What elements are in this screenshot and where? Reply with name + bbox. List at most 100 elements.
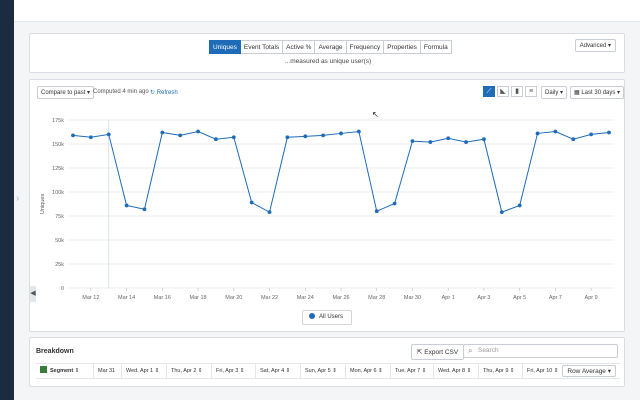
data-point[interactable] [410, 139, 415, 144]
data-point[interactable] [231, 135, 236, 140]
data-point[interactable] [482, 137, 486, 142]
advanced-dropdown[interactable]: Advanced ▾ [574, 39, 616, 52]
select-all-checkbox[interactable] [40, 366, 47, 373]
y-tick-label: 100k [52, 190, 64, 196]
chevron-down-icon: ▾ [607, 43, 611, 49]
data-point[interactable] [321, 133, 326, 138]
series-line-all-users [72, 130, 610, 213]
data-point[interactable] [374, 209, 379, 214]
data-point[interactable] [124, 203, 129, 208]
area-chart-icon[interactable]: ◣ [497, 86, 509, 97]
compare-to-past-dropdown[interactable]: Compare to past ▾ [37, 86, 95, 99]
tab-event-totals[interactable]: Event Totals [240, 40, 284, 54]
refresh-icon: ↻ [150, 90, 156, 96]
x-tick-label: Mar 28 [368, 295, 385, 301]
legend-all-users[interactable]: All Users [302, 310, 352, 325]
column-header[interactable]: Mar 31 [94, 364, 122, 378]
tab-formula[interactable]: Formula [420, 40, 452, 54]
y-axis-label: Uniques [40, 194, 46, 214]
y-tick-label: 0 [61, 286, 64, 292]
chevron-down-icon: ▾ [617, 90, 621, 96]
refresh-button[interactable]: ↻ Refresh [150, 89, 178, 96]
x-tick-label: Apr 3 [477, 295, 490, 301]
column-header[interactable]: Wed, Apr 8 ⇕ [434, 364, 479, 378]
data-point[interactable] [535, 131, 540, 136]
data-point[interactable] [196, 129, 200, 134]
data-point[interactable] [339, 131, 343, 136]
tab-active-percent[interactable]: Active % [283, 40, 316, 54]
data-point[interactable] [249, 200, 254, 205]
compare-label: Compare to past [41, 90, 86, 96]
data-point[interactable] [517, 203, 522, 208]
date-range-dropdown[interactable]: ▦ Last 30 days ▾ [570, 86, 625, 99]
data-point[interactable] [267, 210, 272, 215]
data-point[interactable] [303, 134, 308, 139]
x-tick-label: Mar 14 [118, 295, 135, 301]
series-color-dot [309, 313, 315, 319]
data-point[interactable] [214, 137, 218, 142]
y-tick-label: 125k [52, 166, 64, 172]
data-point[interactable] [589, 132, 594, 137]
stacked-bar-icon[interactable]: ≡ [525, 86, 537, 97]
export-icon: ⇱ [417, 349, 423, 356]
chevron-down-icon: ▾ [87, 90, 91, 96]
column-header[interactable]: Tue, Apr 7 ⇕ [391, 364, 434, 378]
data-point[interactable] [553, 129, 558, 134]
column-header[interactable]: Fri, Apr 10 ⇕ [523, 364, 568, 378]
data-point[interactable] [106, 132, 111, 137]
tab-properties[interactable]: Properties [384, 40, 421, 54]
interval-dropdown[interactable]: Daily ▾ [541, 86, 568, 99]
scroll-left-button[interactable]: ◀ [30, 286, 36, 302]
line-chart-icon[interactable]: ⟋ [483, 86, 495, 97]
column-header[interactable]: Sat, Apr 4 ⇕ [256, 364, 301, 378]
column-header[interactable]: Wed, Apr 1 ⇕ [122, 364, 167, 378]
x-tick-label: Mar 22 [261, 295, 278, 301]
search-input[interactable]: ⌕ Search [463, 344, 618, 358]
row-average-label: Row Average [567, 368, 606, 375]
export-csv-button[interactable]: ⇱ Export CSV [411, 344, 465, 360]
data-point[interactable] [142, 207, 147, 212]
column-header[interactable]: Fri, Apr 3 ⇕ [212, 364, 256, 378]
x-tick-label: Mar 12 [82, 295, 99, 301]
data-point[interactable] [160, 130, 165, 135]
x-tick-label: Apr 7 [549, 295, 562, 301]
data-point[interactable] [446, 136, 451, 141]
data-point[interactable] [285, 135, 290, 140]
data-point[interactable] [464, 140, 468, 144]
data-point[interactable] [178, 133, 183, 138]
data-point[interactable] [499, 210, 504, 215]
legend-label: All Users [319, 314, 344, 320]
tab-uniques[interactable]: Uniques [209, 40, 241, 54]
x-tick-label: Mar 24 [297, 295, 314, 301]
x-tick-label: Mar 30 [404, 295, 421, 301]
bar-chart-icon[interactable]: ▮ [511, 86, 523, 97]
data-point[interactable] [392, 201, 397, 206]
x-tick-label: Apr 5 [513, 295, 526, 301]
metric-panel: Uniques Event Totals Active % Average Fr… [29, 33, 625, 73]
data-point[interactable] [356, 129, 361, 134]
data-point[interactable] [428, 140, 433, 144]
column-header[interactable]: Thu, Apr 9 ⇕ [479, 364, 523, 378]
x-tick-label: Mar 20 [225, 295, 242, 301]
column-header[interactable]: Mon, Apr 6 ⇕ [346, 364, 391, 378]
breakdown-table-header: Segment ⇕ Mar 31 Wed, Apr 1 ⇕ Thu, Apr 2… [36, 363, 620, 379]
data-point[interactable] [71, 133, 75, 138]
x-tick-label: Mar 26 [332, 295, 349, 301]
data-point[interactable] [607, 130, 611, 135]
data-point[interactable] [571, 137, 576, 142]
column-header[interactable]: Sun, Apr 5 ⇕ [301, 364, 346, 378]
export-label: Export CSV [424, 349, 459, 356]
tab-average[interactable]: Average [315, 40, 347, 54]
refresh-label: Refresh [156, 90, 178, 96]
expand-sidebar-icon[interactable]: › [16, 193, 19, 204]
tab-frequency[interactable]: Frequency [346, 40, 385, 54]
column-header[interactable]: Thu, Apr 2 ⇕ [167, 364, 212, 378]
data-point[interactable] [88, 135, 93, 140]
calendar-icon: ▦ [574, 90, 580, 96]
metric-tabs: Uniques Event Totals Active % Average Fr… [209, 40, 452, 54]
left-navigation-rail [0, 0, 14, 400]
segment-column-header[interactable]: Segment ⇕ [36, 364, 94, 378]
row-average-dropdown[interactable]: Row Average ▾ [562, 365, 616, 377]
x-tick-label: Mar 16 [154, 295, 171, 301]
top-bar [14, 0, 640, 22]
